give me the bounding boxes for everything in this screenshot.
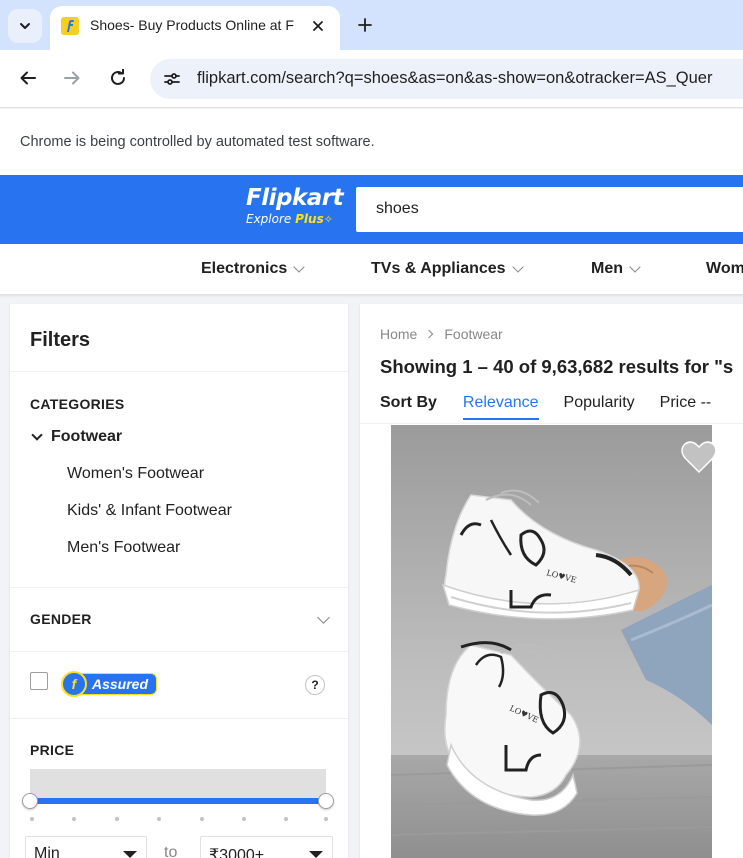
sort-price-low-high[interactable]: Price -- (660, 394, 712, 420)
plus-star-icon: ✧ (323, 213, 333, 226)
sort-label: Sort By (380, 394, 437, 411)
assured-badge: f Assured (61, 671, 158, 697)
nav-item-label: Men (591, 260, 623, 277)
search-value: shoes (376, 200, 419, 217)
nav-item-tvs-appliances[interactable]: TVs & Appliances (371, 260, 524, 278)
tab-search-button[interactable] (8, 9, 42, 43)
price-slider-track[interactable] (30, 798, 326, 804)
divider (10, 371, 348, 372)
reload-button[interactable] (104, 64, 132, 92)
close-tab-button[interactable] (308, 16, 328, 36)
category-footwear[interactable]: Footwear (30, 428, 122, 446)
price-max-value: ₹3000+ (209, 847, 265, 858)
site-info-button[interactable] (160, 67, 184, 91)
chevron-down-icon (293, 260, 305, 273)
filters-panel: Filters CATEGORIES Footwear Women's Foot… (10, 304, 348, 858)
price-tick (200, 817, 204, 821)
price-min-handle[interactable] (22, 793, 38, 809)
chevron-right-icon (425, 329, 434, 339)
results-count: Showing 1 – 40 of 9,63,682 results for "… (380, 356, 734, 377)
product-image[interactable]: LO♥VE LO♥VE (391, 425, 712, 858)
category-label: Footwear (51, 428, 123, 445)
sort-relevance[interactable]: Relevance (462, 394, 539, 420)
caret-down-icon (309, 851, 323, 858)
forward-arrow-icon (64, 71, 80, 85)
new-tab-button[interactable] (352, 12, 378, 38)
chevron-down-icon (511, 260, 524, 273)
tab-strip: Shoes- Buy Products Online at F (0, 0, 743, 50)
category-mens-footwear[interactable]: Men's Footwear (67, 539, 180, 557)
price-histogram (30, 769, 326, 799)
flipkart-f-icon: f (61, 671, 87, 697)
wishlist-heart-icon[interactable] (681, 440, 717, 474)
tagline-prefix: Explore (246, 212, 292, 226)
back-arrow-icon (20, 71, 36, 85)
price-tick (72, 817, 76, 821)
sort-bar: Sort By Relevance Popularity Price -- (380, 394, 736, 420)
sort-popularity[interactable]: Popularity (564, 394, 635, 420)
close-icon (313, 21, 323, 31)
price-to-label: to (164, 844, 178, 858)
divider (10, 587, 348, 588)
automation-infobar: Chrome is being controlled by automated … (0, 109, 743, 175)
site-info-icon (164, 73, 180, 85)
price-heading: PRICE (30, 742, 75, 758)
breadcrumb-footwear[interactable]: Footwear (444, 326, 502, 342)
category-kids-infant-footwear[interactable]: Kids' & Infant Footwear (67, 502, 232, 520)
category-nav: Electronics TVs & Appliances Men Wom (0, 244, 743, 295)
price-tick (242, 817, 246, 821)
price-tick (284, 817, 288, 821)
logo-text: Flipkart (246, 185, 344, 211)
url-text: flipkart.com/search?q=shoes&as=on&as-sho… (197, 69, 713, 87)
price-max-select[interactable]: ₹3000+ (200, 836, 333, 858)
chevron-down-icon (31, 429, 43, 441)
filters-title: Filters (30, 329, 91, 351)
nav-item-label: TVs & Appliances (371, 260, 506, 277)
price-tick (157, 817, 161, 821)
reload-icon (111, 69, 125, 85)
price-min-select[interactable]: Min (25, 836, 147, 858)
gender-heading[interactable]: GENDER (30, 611, 92, 627)
divider (10, 651, 348, 652)
chevron-down-icon[interactable] (317, 611, 330, 624)
price-min-value: Min (34, 845, 60, 858)
chevron-down-icon (629, 260, 641, 273)
price-max-handle[interactable] (318, 793, 334, 809)
tagline-plus: Plus (295, 212, 324, 226)
breadcrumb-home[interactable]: Home (380, 326, 417, 342)
automation-notice: Chrome is being controlled by automated … (20, 134, 375, 150)
plus-icon (358, 18, 372, 32)
chevron-down-icon (20, 23, 30, 29)
browser-tab[interactable]: Shoes- Buy Products Online at F (50, 6, 340, 50)
caret-down-icon (123, 851, 137, 858)
price-tick (115, 817, 119, 821)
price-tick (30, 817, 34, 821)
nav-item-label: Electronics (201, 260, 288, 277)
nav-item-women[interactable]: Wom (706, 260, 743, 278)
flipkart-favicon (61, 17, 79, 35)
forward-button[interactable] (58, 64, 86, 92)
divider (360, 423, 743, 424)
search-input[interactable]: shoes (356, 187, 743, 232)
categories-heading: CATEGORIES (30, 396, 125, 412)
logo-tagline: Explore Plus✧ (246, 212, 346, 227)
breadcrumb: Home Footwear (380, 326, 503, 342)
nav-item-label: Wom (706, 260, 743, 277)
address-bar[interactable]: flipkart.com/search?q=shoes&as=on&as-sho… (150, 59, 743, 99)
nav-item-electronics[interactable]: Electronics (201, 260, 305, 278)
help-icon[interactable]: ? (305, 675, 325, 695)
price-tick (324, 817, 328, 821)
flipkart-logo[interactable]: Flipkart Explore Plus✧ (246, 184, 346, 227)
divider (10, 718, 348, 719)
nav-item-men[interactable]: Men (591, 260, 641, 278)
browser-toolbar: flipkart.com/search?q=shoes&as=on&as-sho… (0, 50, 743, 108)
back-button[interactable] (14, 64, 42, 92)
assured-label: Assured (79, 673, 158, 695)
assured-checkbox[interactable] (30, 672, 48, 690)
flipkart-header: Flipkart Explore Plus✧ shoes (0, 175, 743, 244)
tab-title: Shoes- Buy Products Online at F (90, 17, 294, 33)
category-womens-footwear[interactable]: Women's Footwear (67, 465, 204, 483)
